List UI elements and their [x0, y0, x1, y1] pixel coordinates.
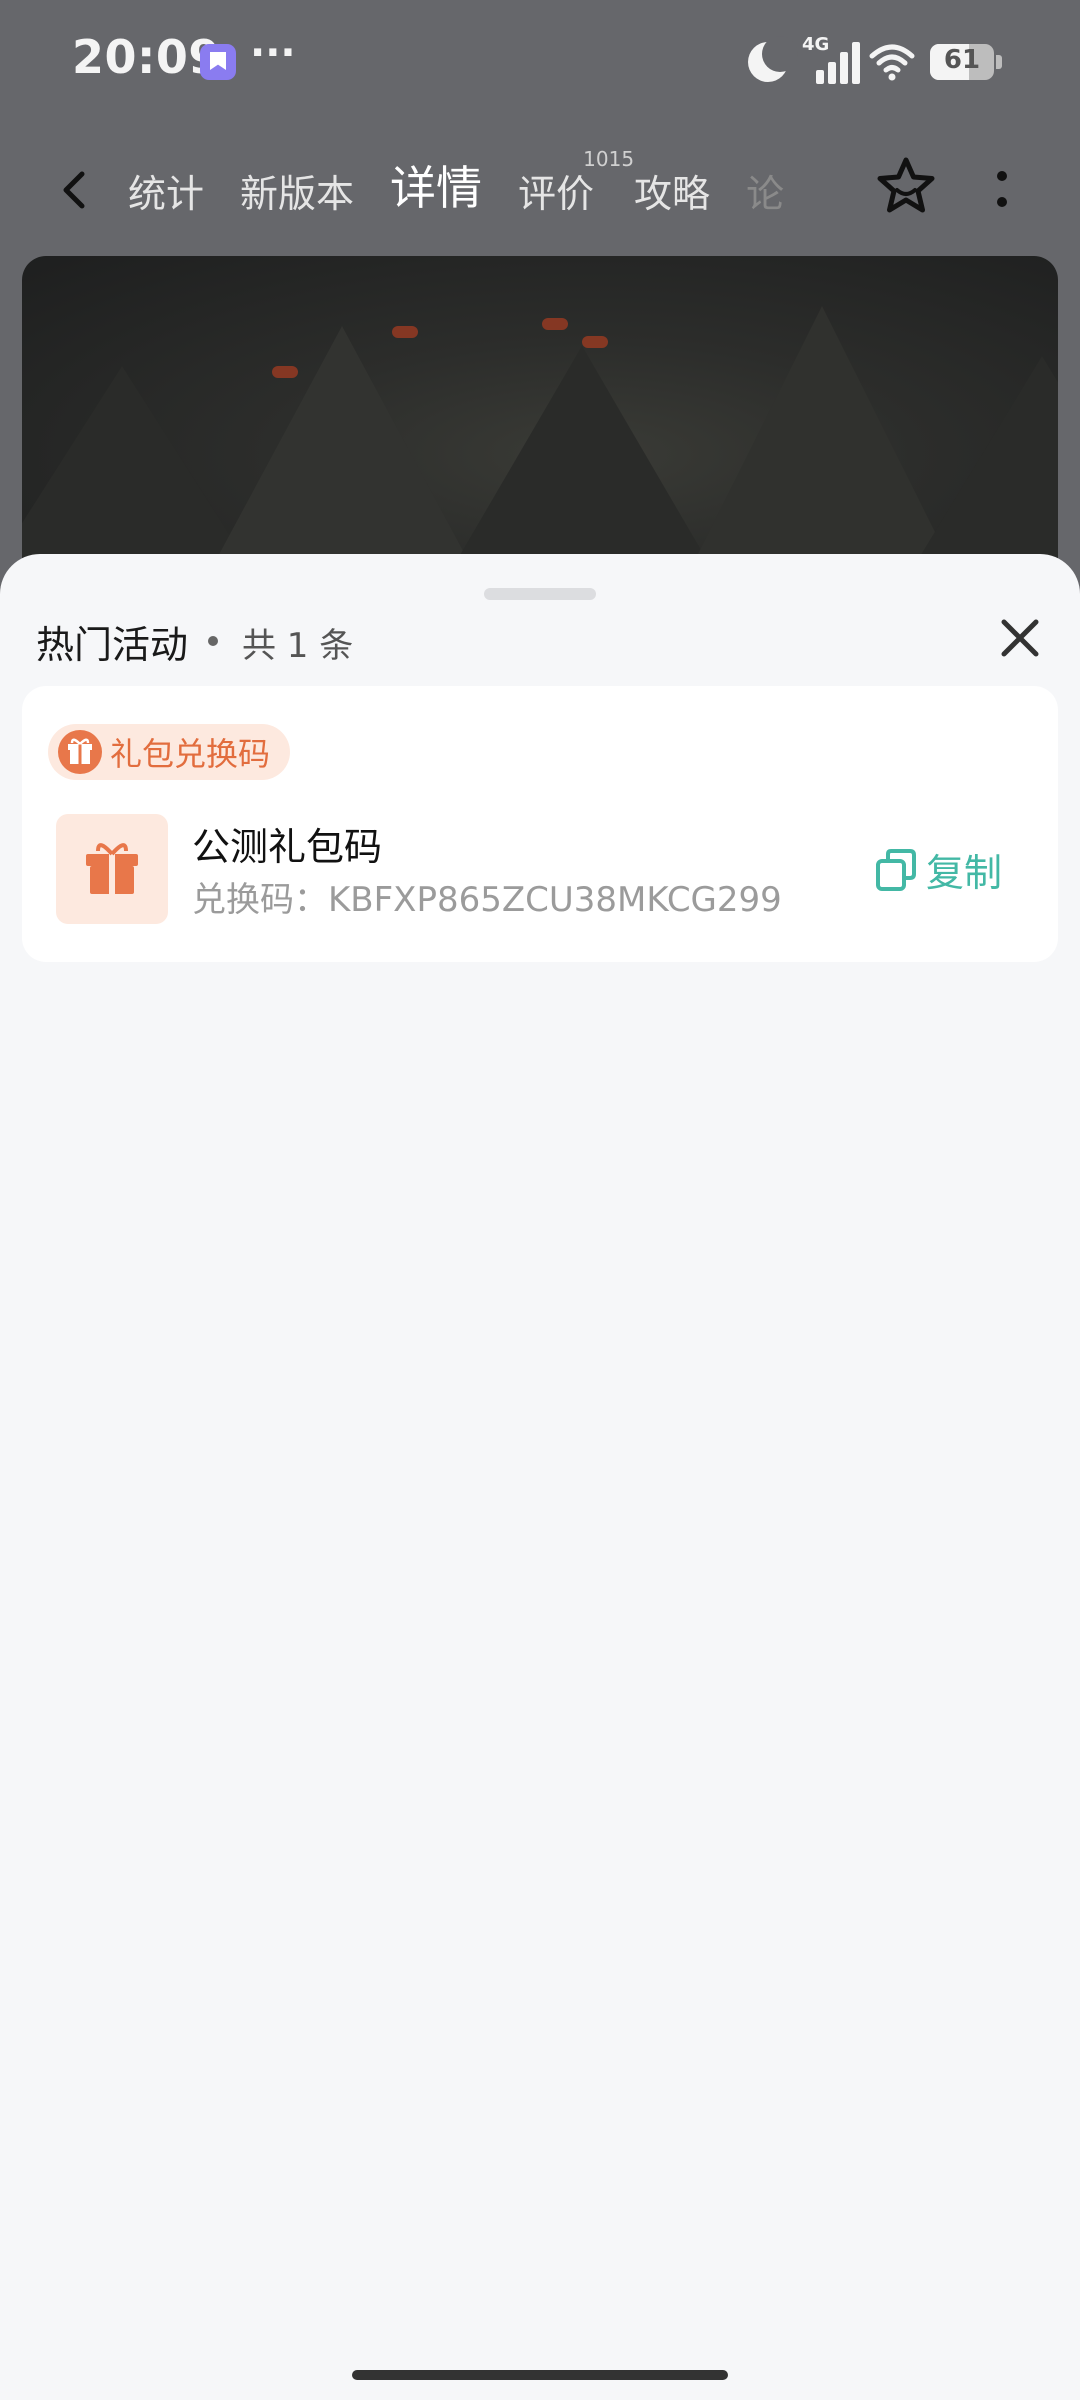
hot-events-sheet: 热门活动 共 1 条 礼包兑换码 公测礼包码 兑换码：KBFXP865ZCU38… — [0, 554, 1080, 2400]
tab-stats[interactable]: 统计 — [128, 163, 204, 218]
chevron-left-icon[interactable] — [56, 170, 96, 210]
separator-dot — [208, 636, 218, 646]
app-notification-icon — [200, 44, 236, 80]
status-time: 20:09 — [72, 30, 221, 84]
more-notifications-indicator: ··· — [250, 30, 296, 76]
status-bar: 20:09 ··· 4G 61 — [0, 0, 1080, 125]
reviews-count-badge: 1015 — [583, 147, 635, 171]
sheet-title: 热门活动 — [36, 623, 189, 667]
tab-guides[interactable]: 攻略 — [634, 163, 710, 218]
top-navigation: 统计 新版本 详情 评价 1015 攻略 论 — [0, 140, 1080, 240]
home-indicator[interactable] — [352, 2370, 728, 2380]
sheet-drag-handle[interactable] — [484, 588, 596, 600]
tab-bar: 统计 新版本 详情 评价 1015 攻略 论 — [128, 147, 820, 226]
tab-reviews-label: 评价 — [518, 172, 595, 216]
star-outline-icon[interactable] — [874, 154, 938, 218]
gift-tag-label: 礼包兑换码 — [110, 735, 271, 773]
close-icon[interactable] — [998, 616, 1042, 660]
gift-tag-icon — [58, 730, 102, 774]
tab-new-version[interactable]: 新版本 — [240, 163, 354, 218]
tab-details[interactable]: 详情 — [386, 152, 487, 226]
copy-button[interactable]: 复制 — [874, 842, 1002, 897]
tab-reviews[interactable]: 评价 1015 — [518, 147, 634, 218]
gift-icon — [86, 843, 138, 894]
battery-level: 61 — [943, 45, 981, 75]
copy-icon — [876, 848, 916, 891]
network-type: 4G — [802, 34, 830, 55]
tab-forum[interactable]: 论 — [746, 163, 784, 218]
background-page-overlay: 20:09 ··· 4G 61 统计 新版本 详情 评价 1015 攻略 论 — [0, 0, 1080, 600]
wifi-icon — [869, 44, 915, 81]
event-count: 共 1 条 — [242, 626, 354, 666]
signal-icon: 4G — [802, 34, 860, 84]
redeem-code: 兑换码：KBFXP865ZCU38MKCG299 — [192, 880, 782, 920]
copy-button-label: 复制 — [926, 851, 1003, 895]
moon-icon — [748, 36, 798, 82]
vertical-dots-icon[interactable] — [990, 168, 1014, 212]
game-banner-image — [22, 256, 1058, 586]
gift-code-tag: 礼包兑换码 — [48, 724, 291, 780]
gift-title: 公测礼包码 — [192, 825, 383, 869]
battery-icon: 61 — [930, 44, 994, 80]
gift-code-card: 礼包兑换码 公测礼包码 兑换码：KBFXP865ZCU38MKCG299 复制 — [22, 686, 1058, 962]
gift-thumbnail — [56, 814, 168, 924]
